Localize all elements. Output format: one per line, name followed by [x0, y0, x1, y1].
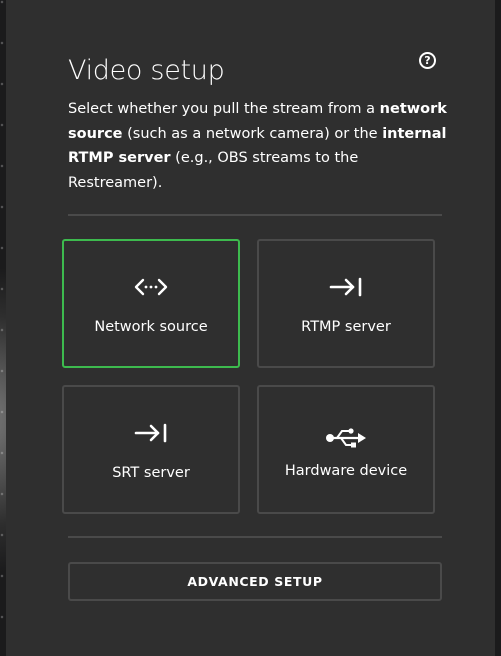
- usb-icon: [325, 427, 367, 453]
- advanced-setup-button[interactable]: ADVANCED SETUP: [68, 562, 442, 601]
- dialog-description: Select whether you pull the stream from …: [68, 97, 448, 195]
- divider: [68, 214, 442, 216]
- divider: [68, 536, 442, 538]
- code-arrows-icon: [134, 277, 168, 301]
- option-label: Hardware device: [284, 463, 408, 479]
- dialog-title: Video setup: [68, 55, 225, 86]
- option-hardware-device[interactable]: Hardware device: [257, 385, 435, 514]
- video-setup-dialog: ? Video setup Select whether you pull th…: [6, 0, 495, 656]
- description-text: (such as a network camera) or the: [122, 125, 383, 142]
- arrow-to-right-icon: [329, 277, 363, 301]
- option-srt-server[interactable]: SRT server: [62, 385, 240, 514]
- arrow-to-right-icon: [134, 423, 168, 447]
- option-network-source[interactable]: Network source: [62, 239, 240, 368]
- question-circle-icon[interactable]: ?: [419, 52, 436, 69]
- description-text: Select whether you pull the stream from …: [68, 101, 380, 117]
- option-label: SRT server: [112, 465, 190, 481]
- option-label: RTMP server: [301, 319, 391, 335]
- option-rtmp-server[interactable]: RTMP server: [257, 239, 435, 368]
- option-label: Network source: [94, 319, 208, 335]
